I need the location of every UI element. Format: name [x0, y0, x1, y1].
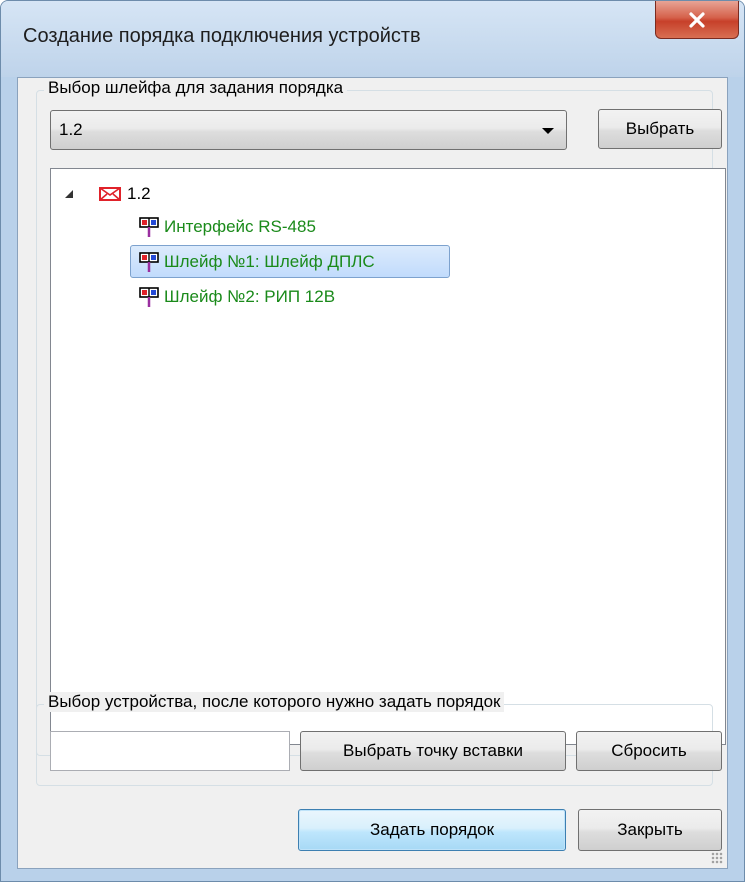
insert-point-field[interactable]	[50, 731, 290, 771]
tree-item-label: Шлейф №1: Шлейф ДПЛС	[164, 251, 375, 271]
close-window-button[interactable]	[655, 1, 739, 39]
device-icon	[139, 216, 159, 237]
select-loop-button[interactable]: Выбрать	[598, 109, 722, 149]
reset-button[interactable]: Сбросить	[576, 731, 722, 771]
loop-combobox-value: 1.2	[59, 120, 83, 139]
tree-item-device-selected[interactable]: Шлейф №1: Шлейф ДПЛС	[130, 245, 450, 278]
tree-item-device[interactable]: Интерфейс RS-485	[138, 210, 322, 243]
device-icon	[139, 286, 159, 307]
pick-insert-point-button[interactable]: Выбрать точку вставки	[300, 731, 566, 771]
tree-item-device[interactable]: Шлейф №2: РИП 12В	[138, 280, 335, 313]
resize-grip-icon[interactable]	[711, 852, 723, 864]
title-bar[interactable]: Создание порядка подключения устройств	[1, 1, 744, 77]
loop-selection-group-label: Выбор шлейфа для задания порядка	[44, 78, 348, 98]
loop-combobox[interactable]: 1.2	[50, 110, 567, 150]
tree-item-label: Шлейф №2: РИП 12В	[164, 286, 336, 306]
dialog-client-area: Выбор шлейфа для задания порядка 1.2 Выб…	[17, 77, 728, 869]
device-selection-group-label: Выбор устройства, после которого нужно з…	[44, 692, 505, 712]
devices-tree[interactable]: 1.2 Интерфейс RS-485 Шлейф №1: Шлейф ДПЛ…	[50, 168, 726, 745]
tree-item-label: Интерфейс RS-485	[164, 216, 316, 236]
dialog-window: Создание порядка подключения устройств В…	[0, 0, 745, 882]
close-icon	[689, 11, 705, 28]
tree-item-label: 1.2	[127, 183, 151, 203]
device-icon	[139, 251, 159, 272]
chevron-down-icon	[542, 128, 554, 134]
expand-collapse-icon[interactable]	[65, 189, 73, 198]
window-title: Создание порядка подключения устройств	[23, 25, 421, 47]
set-order-button[interactable]: Задать порядок	[298, 809, 566, 851]
loop-envelope-icon	[99, 186, 121, 201]
tree-item-root[interactable]: 1.2	[61, 177, 151, 210]
close-button[interactable]: Закрыть	[578, 809, 722, 851]
